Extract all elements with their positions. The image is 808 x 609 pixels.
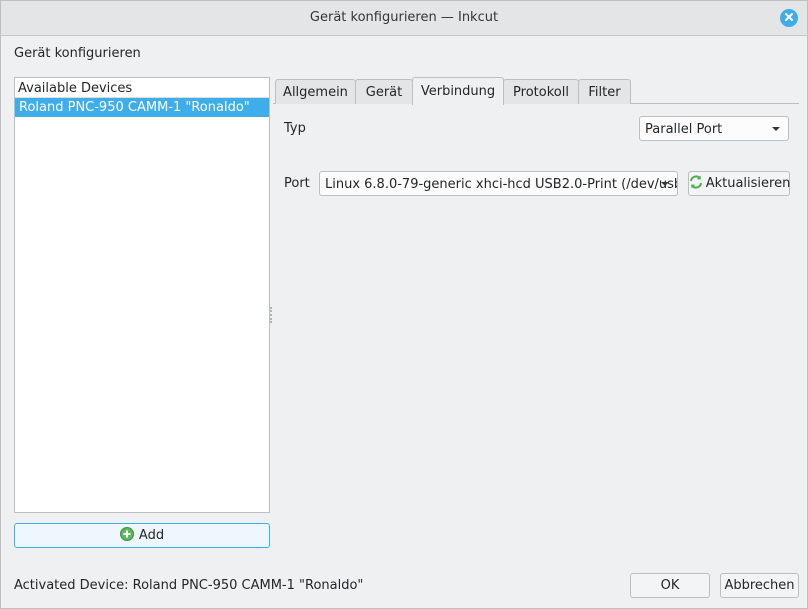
tab-bar: Allgemein Gerät Verbindung Protokoll Fil… [273,77,799,105]
chevron-down-icon [772,127,780,131]
tab-verbindung[interactable]: Verbindung [412,77,504,105]
port-select[interactable]: Linux 6.8.0-79-generic xhci-hcd USB2.0-P… [319,171,678,196]
refresh-button[interactable]: Aktualisieren [688,171,790,196]
port-label: Port [284,176,310,191]
dialog-window: Gerät konfigurieren — Inkcut Gerät konfi… [0,0,808,609]
refresh-icon [688,174,704,194]
list-item[interactable]: Roland PNC-950 CAMM-1 "Ronaldo" [15,98,269,117]
add-device-button[interactable]: Add [14,523,270,548]
activated-device-status: Activated Device: Roland PNC-950 CAMM-1 … [14,578,364,593]
type-select[interactable]: Parallel Port [639,116,789,141]
device-list-header: Available Devices [15,78,269,98]
port-select-value: Linux 6.8.0-79-generic xhci-hcd USB2.0-P… [325,177,678,192]
refresh-button-label: Aktualisieren [705,176,791,191]
tab-geraet[interactable]: Gerät [355,79,413,104]
type-label: Typ [284,121,306,136]
splitter-handle[interactable] [270,307,272,323]
chevron-down-icon [661,182,669,186]
device-list[interactable]: Available Devices Roland PNC-950 CAMM-1 … [14,77,270,513]
tab-protokoll[interactable]: Protokoll [503,79,579,104]
ok-button[interactable]: OK [630,573,710,598]
type-select-value: Parallel Port [645,122,723,137]
dialog-heading: Gerät konfigurieren [14,46,141,61]
title-bar[interactable]: Gerät konfigurieren — Inkcut [1,1,807,36]
cancel-button[interactable]: Abbrechen [720,573,799,598]
add-button-label: Add [138,528,165,543]
close-button[interactable] [780,9,798,27]
window-title: Gerät konfigurieren — Inkcut [309,10,499,25]
plus-circle-icon [119,526,134,545]
close-icon [784,11,794,26]
tab-filter[interactable]: Filter [578,79,631,104]
tab-allgemein[interactable]: Allgemein [275,79,356,104]
